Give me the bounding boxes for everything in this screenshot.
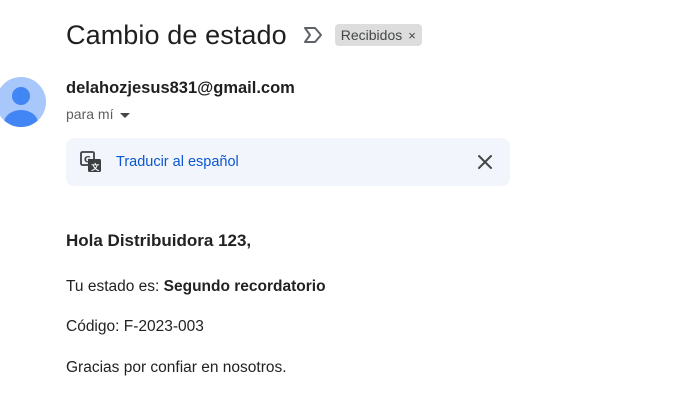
- subject-row: Cambio de estado Recibidos ×: [66, 17, 422, 53]
- chevron-down-icon: [120, 112, 131, 118]
- label-important-icon[interactable]: [303, 26, 323, 44]
- code-line: Código: F-2023-003: [66, 318, 204, 335]
- thanks-line: Gracias por confiar en nosotros.: [66, 359, 287, 376]
- svg-text:G: G: [84, 156, 91, 166]
- sender-avatar[interactable]: [0, 77, 46, 127]
- status-line: Tu estado es: Segundo recordatorio: [66, 278, 326, 296]
- close-icon[interactable]: [476, 153, 494, 171]
- email-greeting: Hola Distribuidora 123,: [66, 231, 252, 250]
- status-prefix: Tu estado es:: [66, 278, 164, 295]
- status-value: Segundo recordatorio: [163, 278, 326, 295]
- svg-text:文: 文: [91, 162, 100, 172]
- remove-label-button[interactable]: ×: [408, 29, 416, 42]
- email-subject: Cambio de estado: [66, 19, 287, 50]
- recipient-details-toggle[interactable]: para mí: [66, 106, 131, 122]
- google-translate-icon: G 文: [80, 151, 102, 173]
- translate-banner: G 文 Traducir al español: [66, 138, 510, 186]
- label-chip-text: Recibidos: [340, 27, 403, 43]
- label-chip-inbox: Recibidos ×: [334, 24, 422, 46]
- email-view: Cambio de estado Recibidos × delahozjesu…: [0, 0, 698, 409]
- recipient-text: para mí: [66, 106, 114, 122]
- translate-link[interactable]: Traducir al español: [116, 154, 239, 170]
- sender-email[interactable]: delahozjesus831@gmail.com: [66, 79, 295, 98]
